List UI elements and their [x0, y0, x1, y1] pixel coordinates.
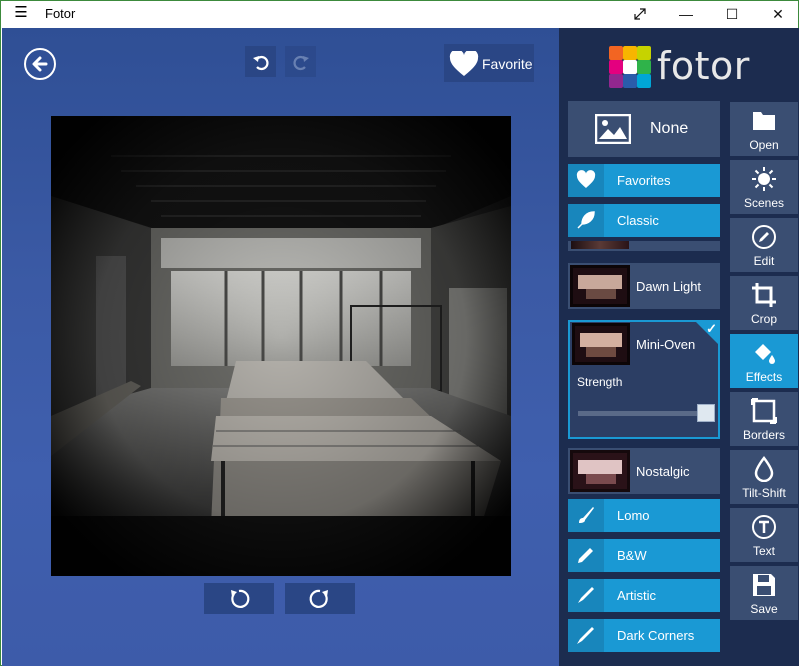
effect-label: Mini-Oven	[636, 337, 696, 352]
maximize-button[interactable]: ☐	[709, 1, 755, 27]
nav-text[interactable]: Text	[730, 508, 798, 562]
nav-label: Scenes	[743, 196, 785, 210]
pen-icon	[577, 627, 594, 644]
category-bw[interactable]: B&W	[568, 539, 720, 572]
nav-label: Tilt-Shift	[742, 486, 786, 500]
nav-effects[interactable]: Effects	[730, 334, 798, 388]
crop-icon	[752, 283, 776, 307]
nav-tilt-shift[interactable]: Tilt-Shift	[730, 450, 798, 504]
rotate-right-button[interactable]	[285, 583, 355, 614]
nav-crop[interactable]: Crop	[730, 276, 798, 330]
category-artistic[interactable]: Artistic	[568, 579, 720, 612]
close-button[interactable]: ✕	[755, 1, 799, 27]
effect-label: Nostalgic	[636, 464, 690, 479]
undo-button[interactable]	[245, 46, 276, 77]
editor-workspace: Favorite	[2, 28, 559, 666]
photo-canvas[interactable]	[51, 116, 511, 576]
category-label: Favorites	[617, 173, 671, 188]
logo-wordmark: fotor	[657, 44, 750, 88]
nav-open[interactable]: Open	[730, 102, 798, 156]
favorite-label: Favorite	[482, 56, 533, 72]
category-lomo[interactable]: Lomo	[568, 499, 720, 532]
app-window: ☰ Fotor — ☐ ✕ Favorite fotor None Favori…	[0, 0, 799, 666]
nav-label: Save	[750, 602, 778, 616]
paint-bucket-icon	[755, 344, 775, 364]
window-title: Fotor	[45, 6, 76, 21]
category-label: B&W	[617, 548, 647, 563]
nav-edit[interactable]: Edit	[730, 218, 798, 272]
pencil-icon	[578, 548, 593, 563]
fotor-logo-icon	[609, 46, 651, 88]
effects-panel: fotor None Favorites Classic Dawn Light	[559, 28, 799, 666]
category-label: Classic	[617, 213, 659, 228]
category-favorites[interactable]: Favorites	[568, 164, 720, 197]
favorite-button[interactable]: Favorite	[444, 44, 534, 82]
border-frame-icon	[751, 398, 777, 424]
droplet-icon	[754, 456, 774, 482]
category-label: Artistic	[617, 588, 656, 603]
floppy-disk-icon	[753, 574, 775, 596]
category-label: Lomo	[617, 508, 650, 523]
nav-label: Crop	[750, 312, 777, 326]
hamburger-menu-icon[interactable]: ☰	[11, 4, 31, 22]
nav-label: Borders	[742, 428, 786, 442]
rotate-left-button[interactable]	[204, 583, 274, 614]
folder-icon	[753, 112, 775, 130]
brush-icon	[579, 507, 594, 523]
effect-strip[interactable]	[568, 241, 720, 251]
expand-arrows-icon[interactable]	[617, 1, 663, 27]
image-icon	[595, 114, 631, 144]
category-dark-corners[interactable]: Dark Corners	[568, 619, 720, 652]
category-label: Dark Corners	[617, 628, 695, 643]
heart-icon	[449, 51, 479, 76]
classroom-photo	[51, 116, 511, 576]
nav-label: Open	[749, 138, 779, 152]
effect-thumbnail	[572, 323, 630, 365]
rotate-left-icon	[231, 589, 250, 608]
heart-icon	[576, 170, 596, 188]
effect-dawn-light[interactable]: Dawn Light	[568, 263, 720, 309]
arrow-left-icon	[32, 56, 48, 72]
redo-button[interactable]	[285, 46, 316, 77]
sun-icon	[752, 167, 776, 191]
effect-label: Dawn Light	[636, 279, 702, 294]
nav-label: Effects	[745, 370, 783, 384]
fotor-logo: fotor	[609, 44, 759, 88]
none-label: None	[650, 120, 689, 137]
none-effect-button[interactable]: None	[568, 101, 720, 157]
checkmark-icon: ✓	[706, 321, 717, 336]
effect-mini-oven[interactable]: Mini-Oven Strength ✓	[568, 320, 720, 439]
text-circle-icon	[752, 515, 776, 539]
effect-nostalgic[interactable]: Nostalgic	[568, 448, 720, 494]
undo-icon	[253, 55, 269, 71]
effect-thumbnail	[570, 450, 630, 492]
category-classic[interactable]: Classic	[568, 204, 720, 237]
redo-icon	[293, 55, 309, 71]
nav-label: Text	[752, 544, 775, 558]
strength-slider-handle[interactable]	[697, 404, 715, 422]
nav-label: Edit	[753, 254, 775, 268]
strength-slider-track[interactable]	[578, 411, 704, 416]
rotate-right-icon	[309, 589, 328, 608]
paintbrush-icon	[578, 587, 594, 603]
edit-pencil-icon	[752, 225, 776, 249]
nav-save[interactable]: Save	[730, 566, 798, 620]
feather-icon	[577, 211, 595, 229]
minimize-button[interactable]: —	[663, 1, 709, 27]
back-button[interactable]	[24, 48, 56, 80]
nav-borders[interactable]: Borders	[730, 392, 798, 446]
title-bar: ☰ Fotor — ☐ ✕	[1, 1, 798, 27]
effect-thumbnail	[570, 265, 630, 307]
nav-scenes[interactable]: Scenes	[730, 160, 798, 214]
strength-label: Strength	[577, 375, 623, 389]
